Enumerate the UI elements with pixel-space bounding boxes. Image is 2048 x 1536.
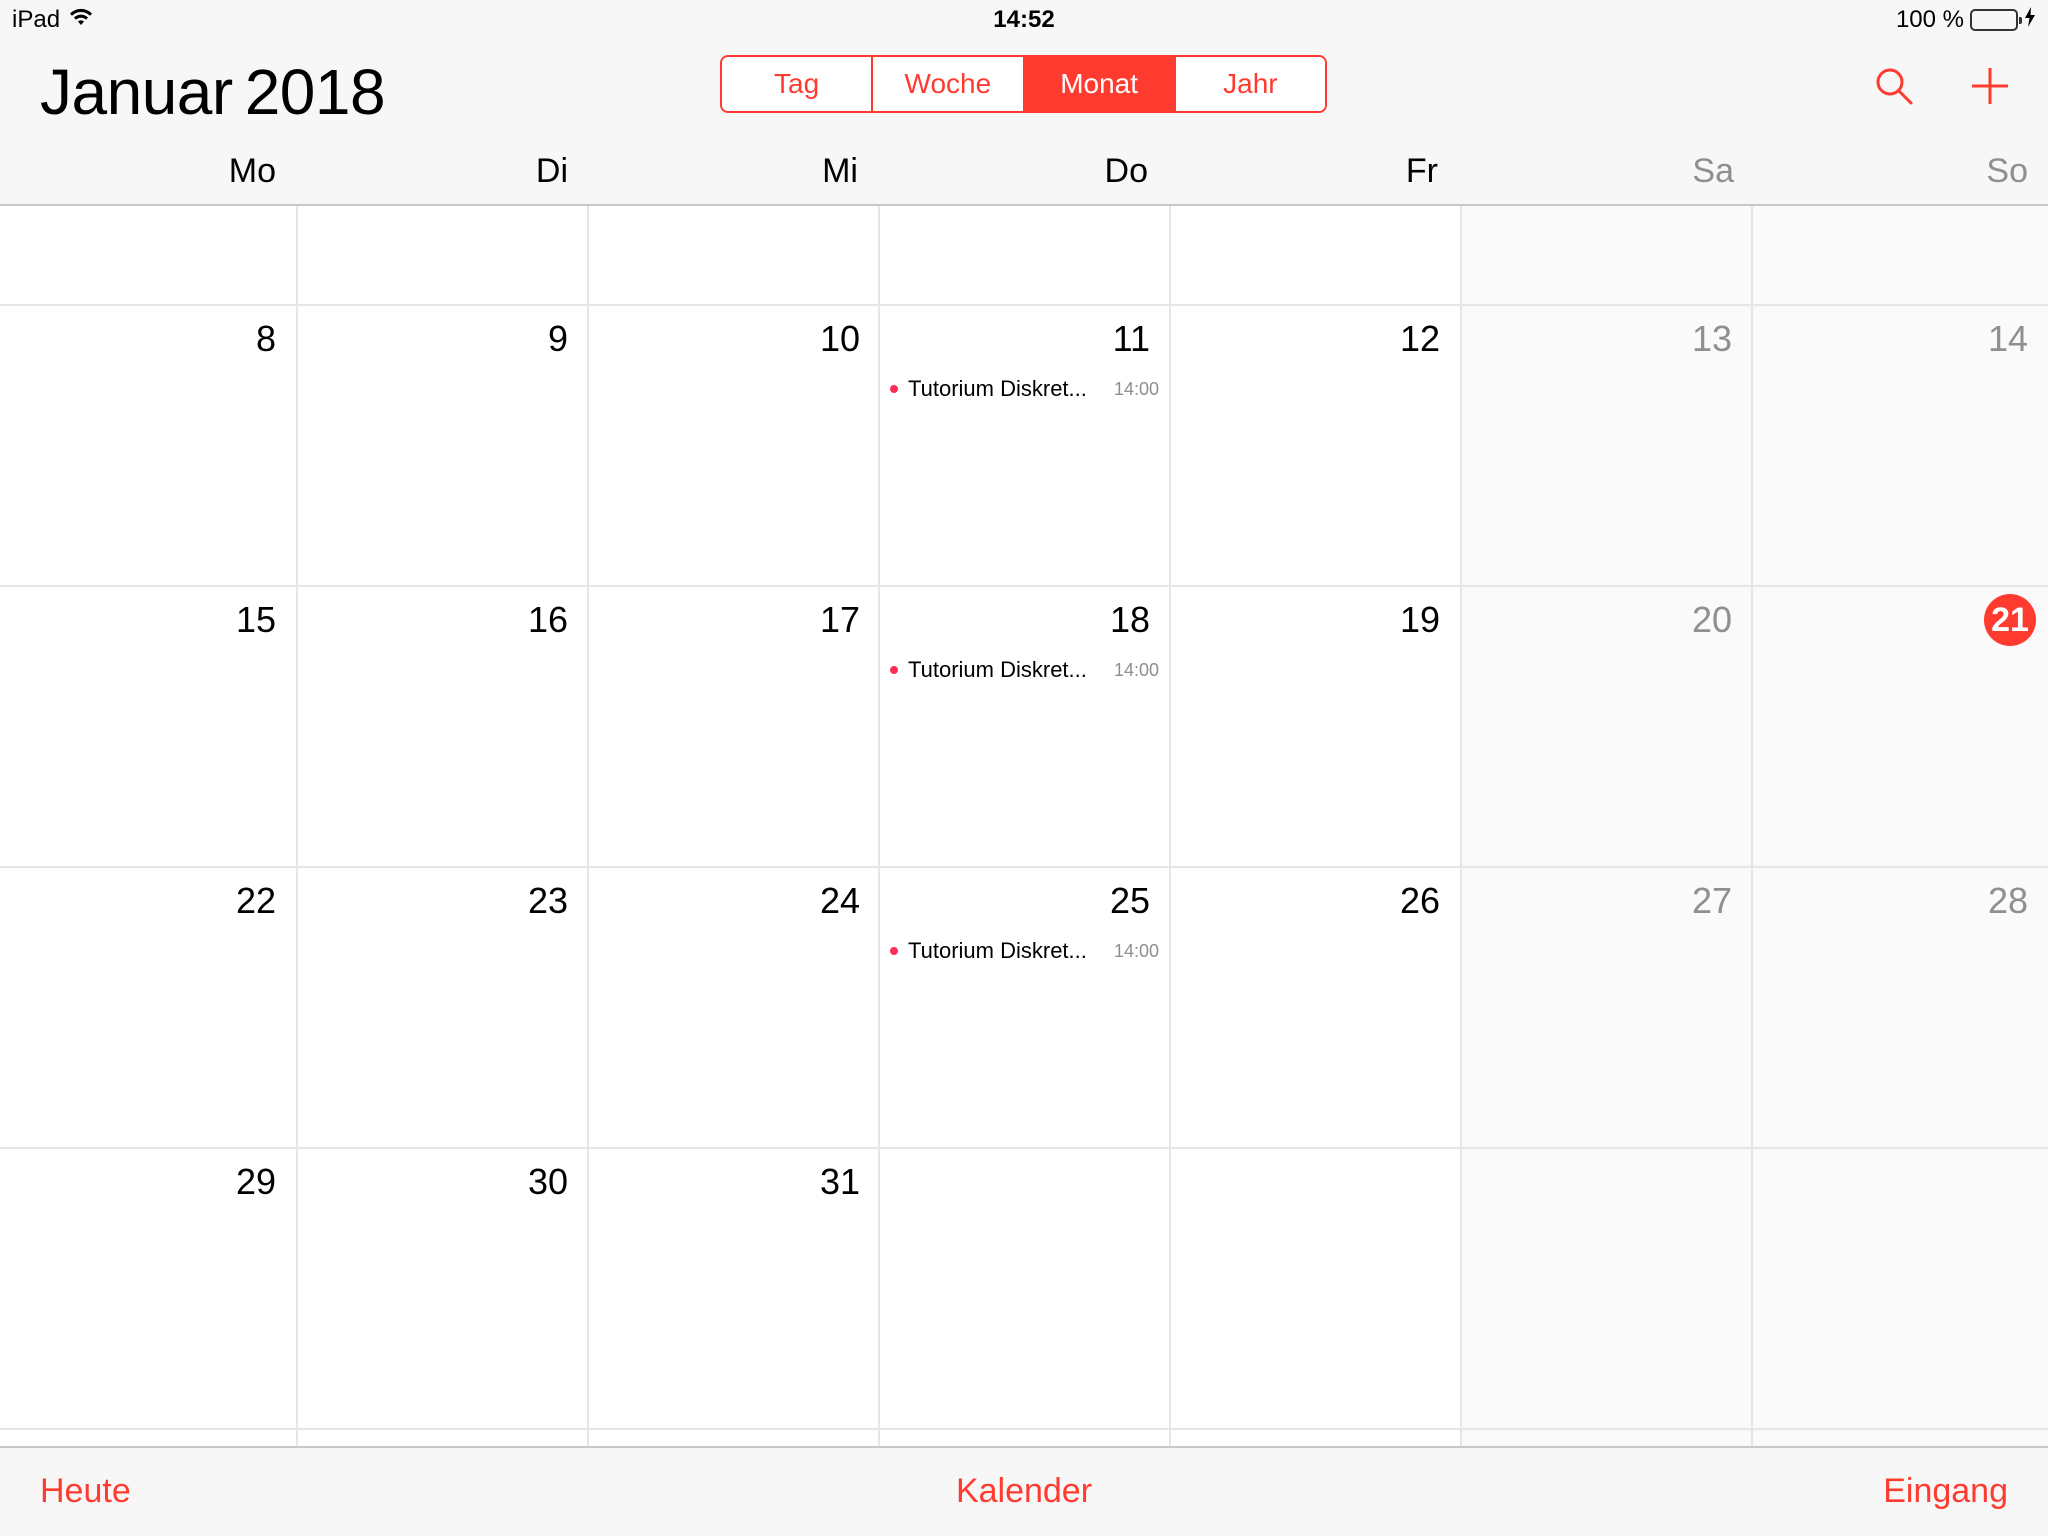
day-27[interactable]: 27 <box>1652 880 1732 922</box>
row-divider <box>0 866 2048 868</box>
calendar-header: Januar 2018 Tag Woche Monat Jahr Mo Di Mi… <box>0 40 2048 206</box>
event-dot <box>890 385 898 393</box>
event-time: 14:00 <box>1114 940 1160 961</box>
month-name: Januar <box>40 56 233 128</box>
day-26[interactable]: 26 <box>1360 880 1440 922</box>
row-divider <box>0 1147 2048 1149</box>
event-dot <box>890 947 898 955</box>
event-time: 14:00 <box>1114 378 1160 399</box>
day-25[interactable]: 25 <box>1070 880 1150 922</box>
clock: 14:52 <box>993 6 1055 33</box>
view-year-tab[interactable]: Jahr <box>1175 57 1325 111</box>
battery-icon <box>1970 9 2022 31</box>
year-label: 2018 <box>244 56 386 128</box>
column-divider <box>878 206 880 1446</box>
add-event-button[interactable] <box>1962 58 2018 114</box>
status-bar: iPad 14:52 100 % <box>0 0 2048 40</box>
status-right: 100 % <box>1896 6 2036 34</box>
charging-icon <box>2024 6 2036 34</box>
battery-percent: 100 % <box>1895 6 1964 33</box>
inbox-button[interactable]: Eingang <box>1883 1472 2008 1511</box>
weekday-wed: Mi <box>822 152 858 190</box>
day-10[interactable]: 10 <box>780 318 860 360</box>
weekday-thu: Do <box>1104 152 1148 190</box>
month-title: Januar 2018 <box>40 50 386 134</box>
view-week-tab[interactable]: Woche <box>873 57 1025 111</box>
event-item[interactable]: Tutorium Diskret... 14:00 <box>890 936 1159 966</box>
day-22[interactable]: 22 <box>196 880 276 922</box>
event-dot <box>890 666 898 674</box>
day-12[interactable]: 12 <box>1360 318 1440 360</box>
day-30[interactable]: 30 <box>488 1161 568 1203</box>
weekday-mon: Mo <box>228 152 276 190</box>
view-switcher: Tag Woche Monat Jahr <box>720 55 1327 113</box>
search-button[interactable] <box>1866 58 1922 114</box>
day-28[interactable]: 28 <box>1948 880 2028 922</box>
weekday-sat: Sa <box>1692 152 1734 190</box>
weekend-column-sun <box>1752 206 2048 1446</box>
row-divider <box>0 1428 2048 1430</box>
event-title: Tutorium Diskret... <box>908 938 1087 963</box>
column-divider <box>1751 206 1753 1446</box>
today-marker[interactable]: 21 <box>1984 594 2036 646</box>
day-19[interactable]: 19 <box>1360 599 1440 641</box>
plus-icon <box>1972 68 2008 104</box>
event-item[interactable]: Tutorium Diskret... 14:00 <box>890 655 1159 685</box>
day-8[interactable]: 8 <box>196 318 276 360</box>
day-16[interactable]: 16 <box>488 599 568 641</box>
day-29[interactable]: 29 <box>196 1161 276 1203</box>
day-20[interactable]: 20 <box>1652 599 1732 641</box>
column-divider <box>1169 206 1171 1446</box>
day-24[interactable]: 24 <box>780 880 860 922</box>
event-title: Tutorium Diskret... <box>908 657 1087 682</box>
column-divider <box>1460 206 1462 1446</box>
event-time: 14:00 <box>1114 659 1160 680</box>
calendars-button[interactable]: Kalender <box>956 1472 1092 1510</box>
today-button[interactable]: Heute <box>40 1472 131 1511</box>
weekday-header: Mo Di Mi Do Fr Sa So <box>0 152 2048 204</box>
day-23[interactable]: 23 <box>488 880 568 922</box>
row-divider <box>0 304 2048 306</box>
event-item[interactable]: Tutorium Diskret... 14:00 <box>890 374 1159 404</box>
calendars-button-wrap: Kalender <box>0 1472 2048 1511</box>
weekday-tue: Di <box>535 152 568 190</box>
weekday-fri: Fr <box>1405 152 1438 190</box>
month-grid: 8 9 10 11 12 13 14 Tutorium Diskret... 1… <box>0 206 2048 1446</box>
day-14[interactable]: 14 <box>1948 318 2028 360</box>
day-31[interactable]: 31 <box>780 1161 860 1203</box>
view-day-tab[interactable]: Tag <box>722 57 874 111</box>
weekend-column-sat <box>1461 206 1752 1446</box>
column-divider <box>587 206 589 1446</box>
day-15[interactable]: 15 <box>196 599 276 641</box>
day-9[interactable]: 9 <box>488 318 568 360</box>
column-divider <box>296 206 298 1446</box>
day-17[interactable]: 17 <box>780 599 860 641</box>
day-18[interactable]: 18 <box>1070 599 1150 641</box>
bottom-toolbar: Heute Kalender Eingang <box>0 1446 2048 1536</box>
weekday-sun: So <box>1986 152 2028 190</box>
view-month-tab[interactable]: Monat <box>1024 57 1176 111</box>
day-13[interactable]: 13 <box>1652 318 1732 360</box>
row-divider <box>0 585 2048 587</box>
search-icon <box>1876 68 1913 105</box>
event-title: Tutorium Diskret... <box>908 376 1087 401</box>
day-11[interactable]: 11 <box>1070 318 1150 360</box>
